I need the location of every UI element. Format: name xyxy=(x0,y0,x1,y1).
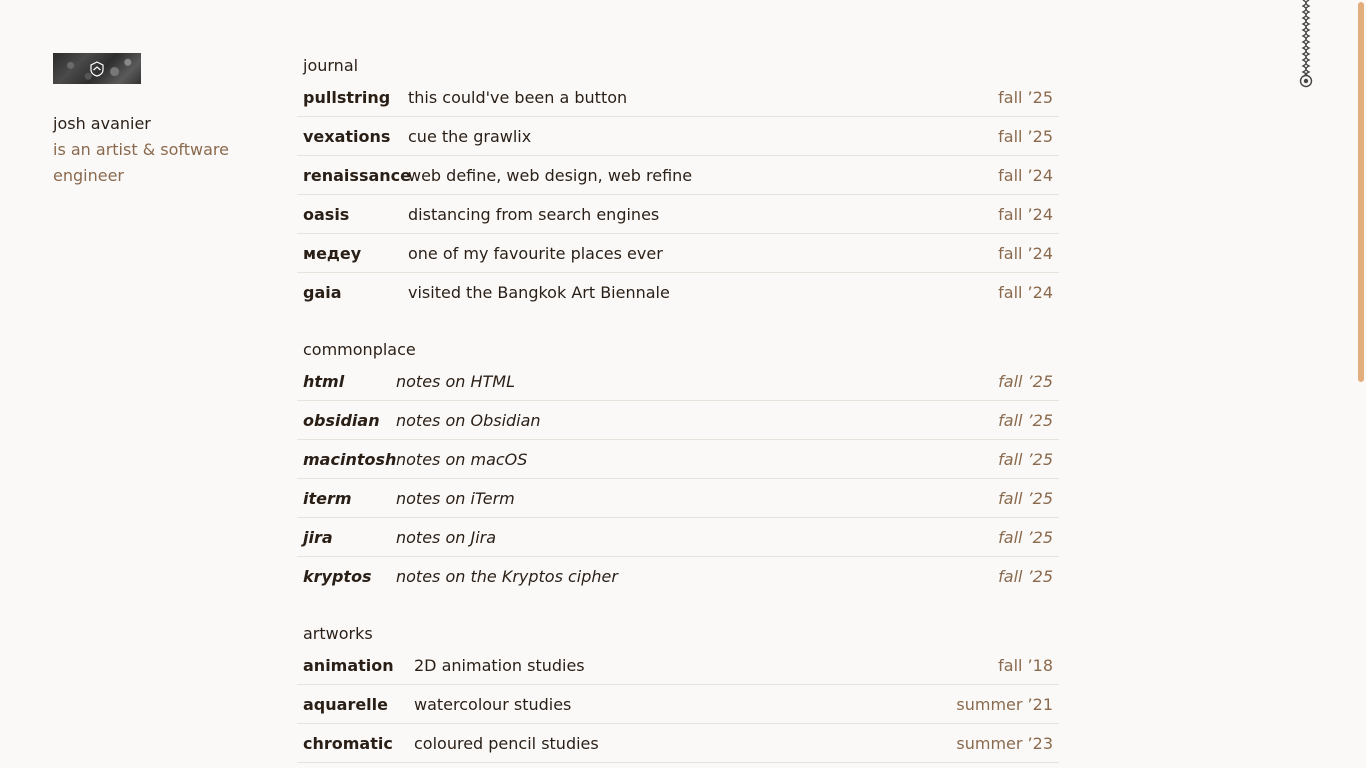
list-item[interactable]: macintosh notes on macOS fall ’25 xyxy=(297,440,1059,479)
item-title: oasis xyxy=(303,204,350,224)
sidebar: josh avanier is an artist & software eng… xyxy=(53,53,253,189)
list-item[interactable]: gaia visited the Bangkok Art Biennale fa… xyxy=(297,273,1059,312)
author-tagline: is an artist & software engineer xyxy=(53,140,229,185)
item-description: notes on HTML xyxy=(396,371,516,391)
pullstring-icon[interactable] xyxy=(1299,0,1313,90)
item-date: fall ’24 xyxy=(998,204,1053,224)
item-title: pullstring xyxy=(303,87,391,107)
item-description: notes on the Kryptos cipher xyxy=(396,567,618,586)
item-date: fall ’18 xyxy=(998,655,1053,675)
item-date: fall ’25 xyxy=(998,371,1053,391)
item-description: watercolour studies xyxy=(414,694,572,714)
item-date: fall ’25 xyxy=(998,410,1053,430)
content-index: journal pullstring this could've been a … xyxy=(297,53,1059,768)
vertical-scrollbar[interactable] xyxy=(1355,0,1366,768)
item-description: notes on iTerm xyxy=(396,488,515,508)
item-description: notes on Jira xyxy=(396,527,497,547)
journal-section: journal pullstring this could've been a … xyxy=(297,53,1059,312)
scrollbar-thumb[interactable] xyxy=(1358,2,1364,382)
list-item[interactable]: kryptos notes on the Kryptos cipher fall… xyxy=(297,557,1059,596)
list-item[interactable]: jira notes on Jira fall ’25 xyxy=(297,518,1059,557)
item-title: gaia xyxy=(303,283,342,302)
item-description: cue the grawlix xyxy=(408,126,532,146)
item-date: fall ’25 xyxy=(998,567,1053,586)
item-date: fall ’25 xyxy=(998,87,1053,107)
list-item[interactable]: obsidian notes on Obsidian fall ’25 xyxy=(297,401,1059,440)
item-date: fall ’24 xyxy=(998,243,1053,263)
item-title: iterm xyxy=(303,488,352,508)
item-title: jira xyxy=(303,527,333,547)
item-title: chromatic xyxy=(303,733,393,753)
item-description: coloured pencil studies xyxy=(414,733,599,753)
list-item[interactable]: iterm notes on iTerm fall ’25 xyxy=(297,479,1059,518)
list-item[interactable]: медеу one of my favourite places ever fa… xyxy=(297,234,1059,273)
commonplace-section: commonplace html notes on HTML fall ’25 … xyxy=(297,337,1059,596)
list-item[interactable]: html notes on HTML fall ’25 xyxy=(297,362,1059,401)
journal-list: pullstring this could've been a button f… xyxy=(297,78,1059,312)
item-description: this could've been a button xyxy=(408,87,628,107)
list-item[interactable]: pullstring this could've been a button f… xyxy=(297,78,1059,117)
item-title: aquarelle xyxy=(303,694,388,714)
author-name: josh avanier xyxy=(53,114,151,133)
item-date: fall ’25 xyxy=(998,488,1053,508)
item-title: animation xyxy=(303,655,394,675)
item-date: summer ’21 xyxy=(956,694,1053,714)
logo-image[interactable] xyxy=(53,53,141,84)
item-date: fall ’25 xyxy=(998,126,1053,146)
item-date: summer ’23 xyxy=(956,733,1053,753)
item-description: one of my favourite places ever xyxy=(408,243,663,263)
item-description: notes on Obsidian xyxy=(396,410,541,430)
list-item[interactable]: animation 2D animation studies fall ’18 xyxy=(297,646,1059,685)
item-date: fall ’25 xyxy=(998,527,1053,547)
list-item[interactable]: aquarelle watercolour studies summer ’21 xyxy=(297,685,1059,724)
item-date: fall ’24 xyxy=(998,165,1053,185)
artworks-list: animation 2D animation studies fall ’18 … xyxy=(297,646,1059,763)
item-title: kryptos xyxy=(303,567,372,586)
artworks-section: artworks animation 2D animation studies … xyxy=(297,621,1059,763)
item-title: macintosh xyxy=(303,449,397,469)
item-description: distancing from search engines xyxy=(408,204,660,224)
item-description: 2D animation studies xyxy=(414,655,585,675)
item-title: html xyxy=(303,371,345,391)
item-title: obsidian xyxy=(303,410,380,430)
list-item[interactable]: vexations cue the grawlix fall ’25 xyxy=(297,117,1059,156)
section-title-commonplace[interactable]: commonplace xyxy=(297,337,1059,362)
list-item[interactable]: renaissance web define, web design, web … xyxy=(297,156,1059,195)
shield-logo-icon xyxy=(90,61,104,77)
section-title-artworks[interactable]: artworks xyxy=(297,621,1059,646)
section-title-journal[interactable]: journal xyxy=(297,53,1059,78)
list-item[interactable]: chromatic coloured pencil studies summer… xyxy=(297,724,1059,763)
item-title: медеу xyxy=(303,243,362,263)
item-date: fall ’25 xyxy=(998,449,1053,469)
commonplace-list: html notes on HTML fall ’25 obsidian not… xyxy=(297,362,1059,596)
item-description: web define, web design, web refine xyxy=(408,165,693,185)
list-item[interactable]: oasis distancing from search engines fal… xyxy=(297,195,1059,234)
item-description: notes on macOS xyxy=(396,449,528,469)
item-date: fall ’24 xyxy=(998,283,1053,302)
item-title: vexations xyxy=(303,126,391,146)
item-description: visited the Bangkok Art Biennale xyxy=(408,283,670,302)
item-title: renaissance xyxy=(303,165,411,185)
